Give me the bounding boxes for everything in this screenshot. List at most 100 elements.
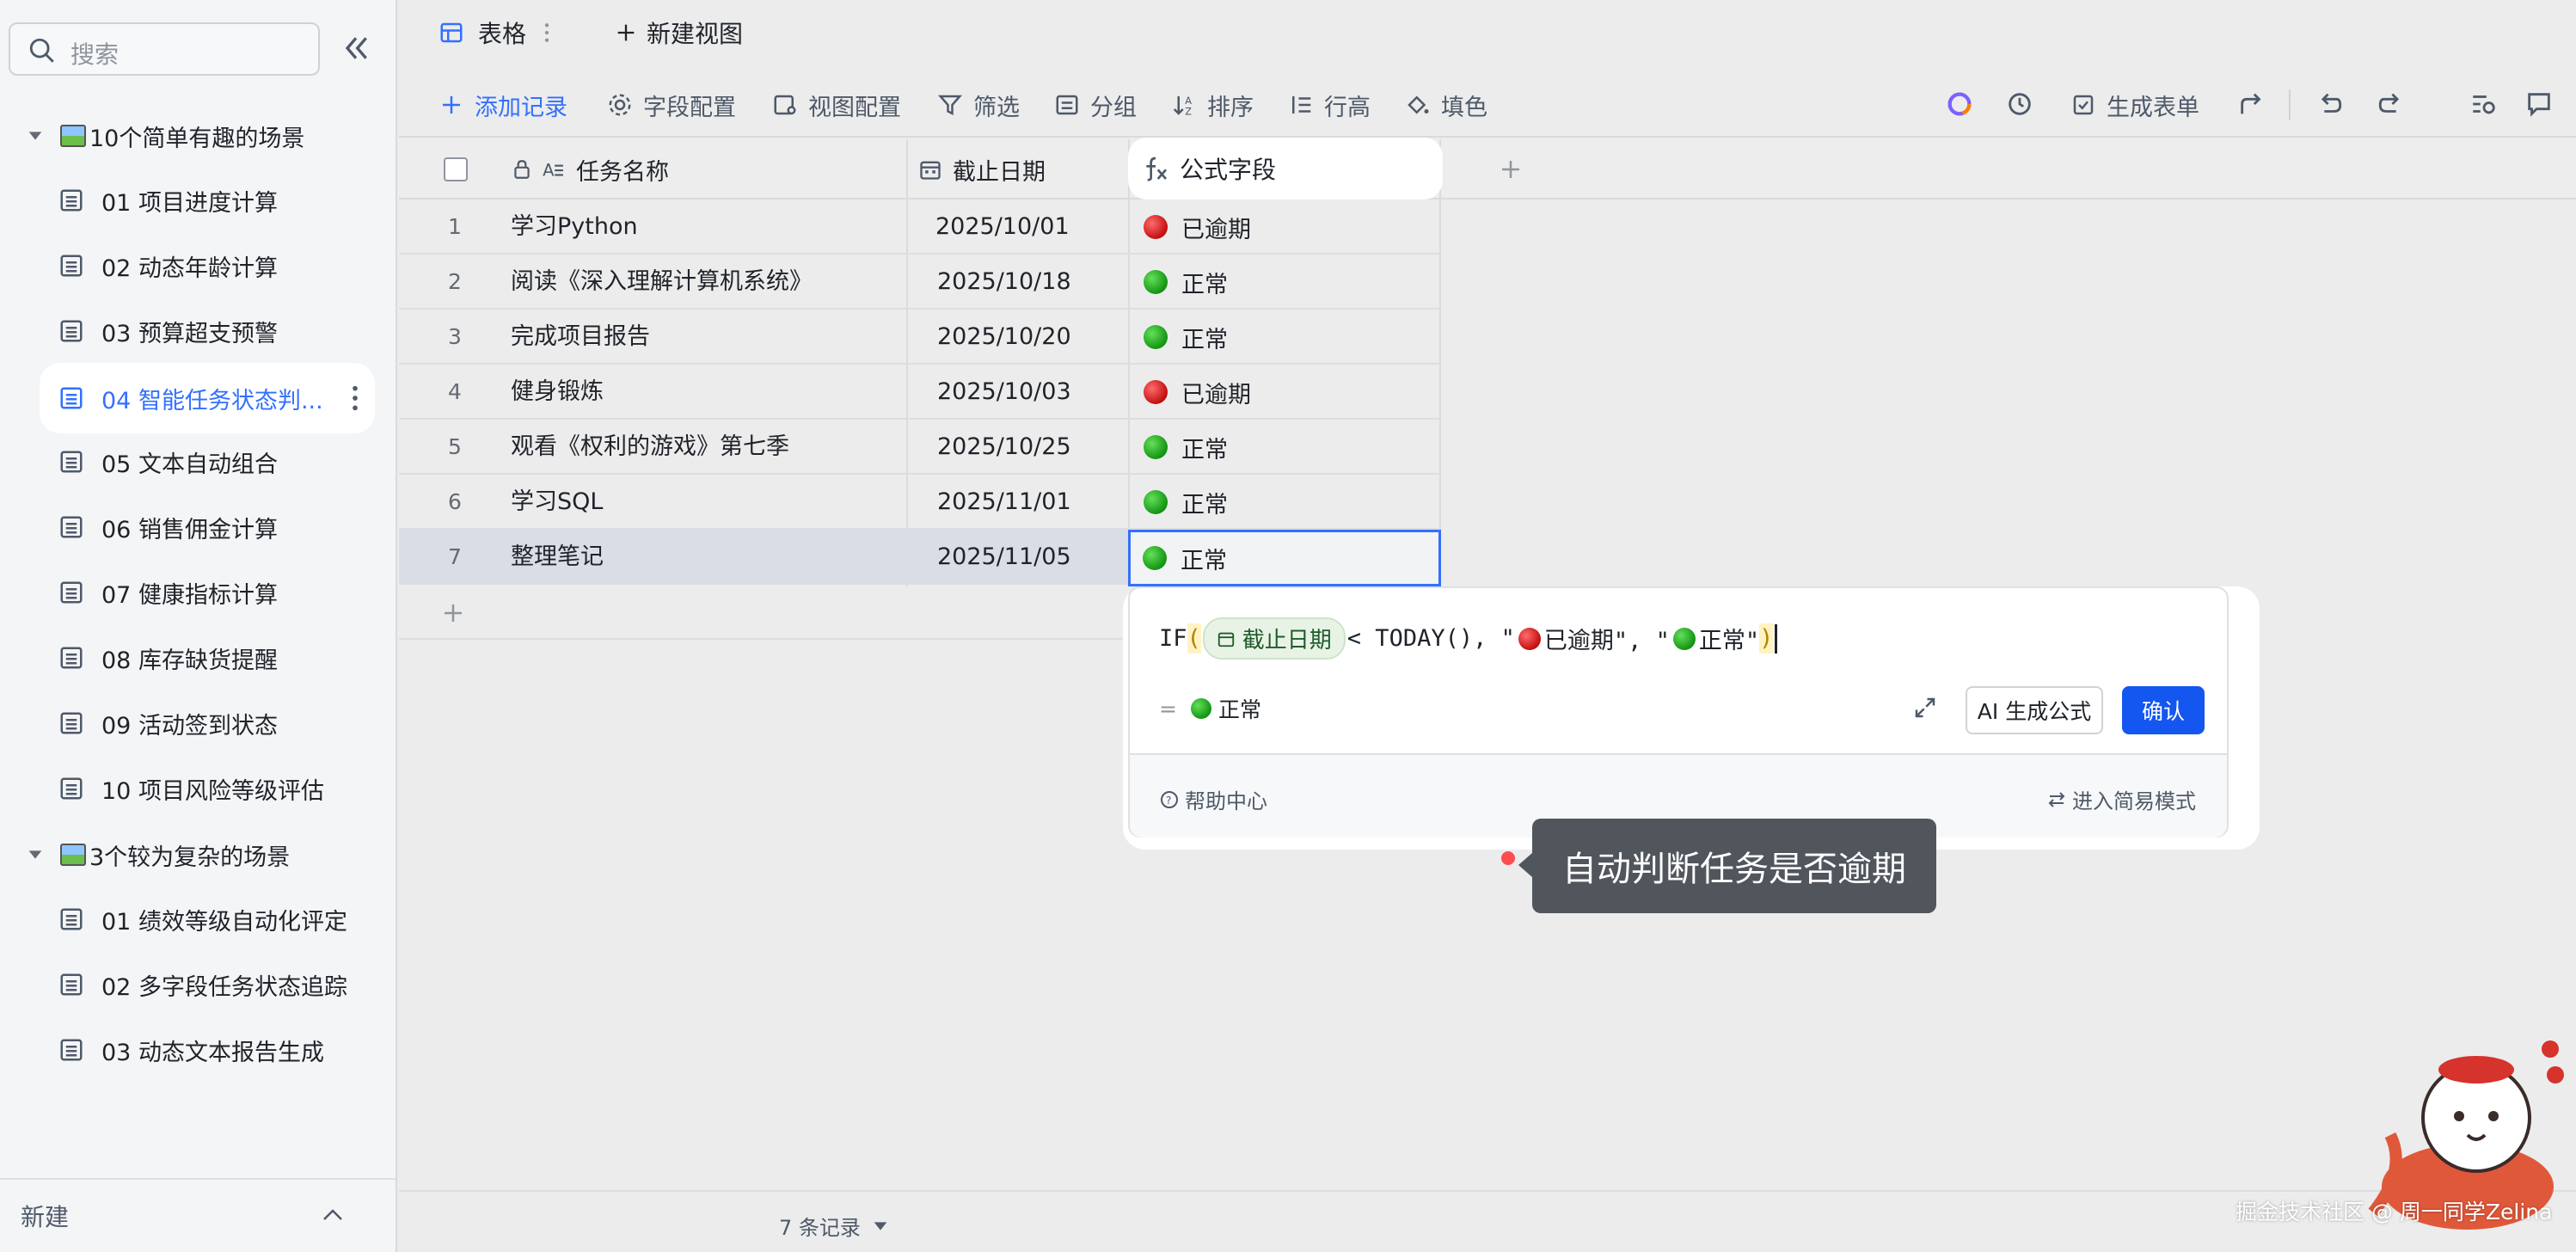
- collapse-sidebar-icon[interactable]: [339, 31, 373, 65]
- due-date-cell[interactable]: 2025/10/18: [922, 255, 1071, 310]
- search-box[interactable]: 搜索: [9, 22, 320, 76]
- sidebar-item-label: 01 绩效等级自动化评定: [101, 908, 347, 936]
- row-number: 1: [448, 214, 462, 239]
- new-button[interactable]: 新建: [21, 1199, 69, 1233]
- due-date-cell[interactable]: 2025/10/03: [922, 365, 1071, 420]
- row-height-icon: [1292, 96, 1311, 114]
- sidebar-item-complex-02[interactable]: 02 多字段任务状态追踪: [40, 949, 375, 1020]
- filter-icon: [937, 95, 963, 116]
- header-task-name[interactable]: A 任务名称: [511, 139, 669, 199]
- more-vertical-icon[interactable]: [543, 21, 550, 44]
- task-name-cell[interactable]: 整理笔记: [511, 530, 604, 585]
- sort-button[interactable]: AZ 排序: [1171, 89, 1254, 121]
- table-row[interactable]: 3 完成项目报告 2025/10/20 正常: [399, 310, 1441, 365]
- red-circle-icon: [1144, 380, 1168, 404]
- simple-mode-link[interactable]: 进入简易模式: [2046, 784, 2196, 814]
- active-formula-cell[interactable]: 正常: [1128, 530, 1441, 586]
- group-button[interactable]: 分组: [1054, 89, 1137, 121]
- comment-icon[interactable]: [2524, 89, 2554, 119]
- formula-cell[interactable]: 已逾期: [1130, 365, 1251, 420]
- sidebar-item-01[interactable]: 01 项目进度计算: [40, 165, 375, 236]
- sidebar-item-04-active[interactable]: 04 智能任务状态判...: [40, 363, 375, 433]
- formula-cell[interactable]: 正常: [1130, 310, 1228, 365]
- plus-icon: [1502, 161, 1519, 178]
- sidebar-item-05[interactable]: 05 文本自动组合: [40, 427, 375, 497]
- help-center-link[interactable]: ? 帮助中心: [1159, 784, 1267, 814]
- group-title: 3个较为复杂的场景: [89, 844, 291, 871]
- add-record-button[interactable]: 添加记录: [439, 89, 567, 121]
- share-icon[interactable]: [2237, 89, 2266, 119]
- record-count[interactable]: 7 条记录: [779, 1211, 890, 1241]
- sidebar-item-09[interactable]: 09 活动签到状态: [40, 688, 375, 758]
- table-icon: [60, 255, 83, 277]
- field-config-button[interactable]: 字段配置: [607, 89, 736, 121]
- formula-cell[interactable]: 正常: [1130, 420, 1228, 475]
- sidebar-item-02[interactable]: 02 动态年龄计算: [40, 230, 375, 301]
- table-row[interactable]: 2 阅读《深入理解计算机系统》 2025/10/18 正常: [399, 255, 1441, 310]
- select-all-checkbox[interactable]: [444, 139, 468, 199]
- undo-icon[interactable]: [2315, 89, 2344, 119]
- add-field-button[interactable]: [1498, 139, 1524, 199]
- sidebar-item-08[interactable]: 08 库存缺货提醒: [40, 623, 375, 693]
- row-height-button[interactable]: 行高: [1288, 89, 1371, 121]
- formula-result-preview: = 正常: [1159, 693, 1261, 724]
- task-name-cell[interactable]: 健身锻炼: [511, 365, 604, 420]
- sidebar-item-06[interactable]: 06 销售佣金计算: [40, 492, 375, 562]
- confirm-button[interactable]: 确认: [2122, 686, 2205, 734]
- task-name-cell[interactable]: 阅读《深入理解计算机系统》: [511, 255, 813, 310]
- due-date-cell[interactable]: 2025/10/20: [922, 310, 1071, 365]
- redo-icon[interactable]: [2377, 89, 2406, 119]
- formula-cell[interactable]: 已逾期: [1130, 199, 1251, 255]
- due-date-cell[interactable]: 2025/11/05: [922, 530, 1071, 585]
- due-date-cell[interactable]: 2025/10/25: [922, 420, 1071, 475]
- chevron-up-icon[interactable]: [320, 1202, 346, 1228]
- search-input[interactable]: 搜索: [71, 36, 119, 71]
- formula-input[interactable]: IF(截止日期 < TODAY(), " 已逾期", " 正常"): [1159, 617, 1778, 660]
- view-config-button[interactable]: 视图配置: [772, 89, 901, 121]
- sidebar-item-complex-03[interactable]: 03 动态文本报告生成: [40, 1015, 375, 1085]
- table-row[interactable]: 6 学习SQL 2025/11/01 正常: [399, 475, 1441, 530]
- sidebar-item-label: 01 项目进度计算: [101, 189, 278, 217]
- task-name-cell[interactable]: 观看《权利的游戏》第七季: [511, 420, 789, 475]
- due-date-cell[interactable]: 2025/10/01: [922, 199, 1070, 255]
- ai-generate-formula-button[interactable]: AI 生成公式: [1966, 686, 2103, 734]
- group-header-simple[interactable]: 10个简单有趣的场景: [26, 110, 304, 162]
- sidebar-item-label: 03 动态文本报告生成: [101, 1039, 324, 1066]
- table-row[interactable]: 1 学习Python 2025/10/01 已逾期: [399, 199, 1441, 255]
- formula-cell[interactable]: 正常: [1130, 475, 1228, 530]
- help-label: 帮助中心: [1185, 789, 1267, 813]
- sidebar-item-label: 09 活动签到状态: [101, 712, 278, 740]
- task-name-cell[interactable]: 学习SQL: [511, 475, 603, 530]
- row-number: 7: [448, 544, 462, 569]
- formula-field-chip[interactable]: 截止日期: [1202, 617, 1346, 660]
- sidebar-item-03[interactable]: 03 预算超支预警: [40, 296, 375, 366]
- caret-down-icon: [28, 850, 42, 859]
- sidebar-item-10[interactable]: 10 项目风险等级评估: [40, 753, 375, 824]
- formula-cell[interactable]: 正常: [1130, 255, 1228, 310]
- formula-overdue: 已逾期", ": [1543, 628, 1670, 654]
- header-due-date[interactable]: 截止日期: [918, 139, 1046, 199]
- task-name-cell[interactable]: 学习Python: [511, 199, 915, 255]
- sidebar-item-label: 03 预算超支预警: [101, 320, 278, 347]
- new-view-button[interactable]: 新建视图: [614, 0, 743, 65]
- fill-color-button[interactable]: 填色: [1405, 89, 1487, 121]
- tab-table[interactable]: 表格: [439, 0, 550, 65]
- swap-arrows-icon: [2048, 791, 2065, 807]
- sidebar-item-07[interactable]: 07 健康指标计算: [40, 557, 375, 628]
- group-header-complex[interactable]: 3个较为复杂的场景: [26, 829, 290, 881]
- table-row[interactable]: 4 健身锻炼 2025/10/03 已逾期: [399, 365, 1441, 420]
- automation-clock-icon[interactable]: [2005, 89, 2034, 119]
- table-icon: [60, 973, 83, 996]
- table-row[interactable]: 5 观看《权利的游戏》第七季 2025/10/25 正常: [399, 420, 1441, 475]
- expand-icon[interactable]: [1912, 695, 1938, 721]
- search-records-icon[interactable]: [2469, 89, 2499, 119]
- due-date-cell[interactable]: 2025/11/01: [922, 475, 1071, 530]
- sidebar-footer: 新建: [0, 1178, 396, 1252]
- header-formula-field[interactable]: 公式字段: [1128, 138, 1443, 199]
- task-name-cell[interactable]: 完成项目报告: [511, 310, 650, 365]
- ai-assistant-icon[interactable]: [1945, 89, 1974, 119]
- generate-form-button[interactable]: 生成表单: [2070, 89, 2199, 121]
- filter-button[interactable]: 筛选: [937, 89, 1020, 121]
- sidebar-item-complex-01[interactable]: 01 绩效等级自动化评定: [40, 884, 375, 954]
- more-vertical-icon[interactable]: [351, 384, 359, 413]
